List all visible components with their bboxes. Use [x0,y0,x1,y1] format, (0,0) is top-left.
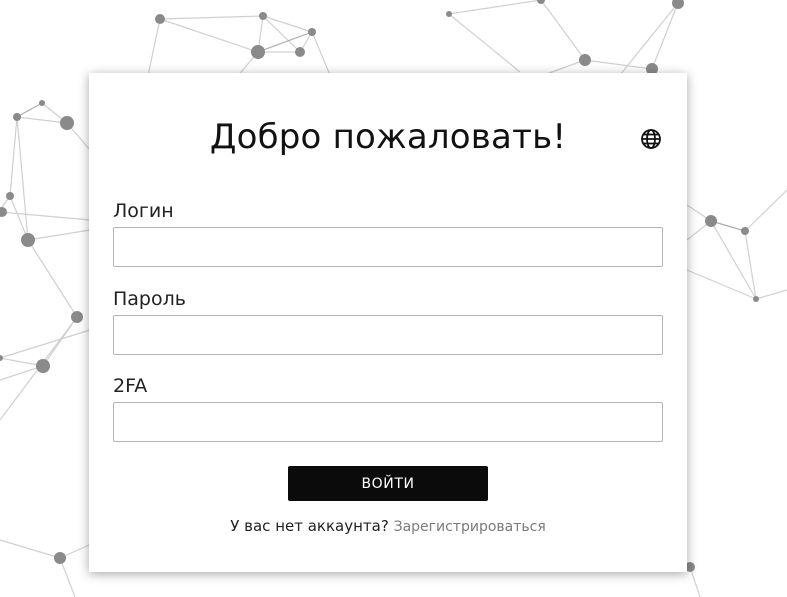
twofa-label: 2FA [113,375,148,397]
signup-prompt: У вас нет аккаунта? Зарегистрироваться [89,517,687,535]
login-label: Логин [113,200,174,222]
globe-icon [641,129,661,149]
login-button[interactable]: ВОЙТИ [288,466,488,501]
language-button[interactable] [640,128,662,150]
password-input[interactable] [113,315,663,355]
twofa-input[interactable] [113,402,663,442]
password-label: Пароль [113,288,186,310]
login-input[interactable] [113,227,663,267]
register-link[interactable]: Зарегистрироваться [394,519,546,535]
no-account-text: У вас нет аккаунта? [230,517,389,535]
login-card: Добро пожаловать! Логин Пароль 2FA ВОЙТИ… [89,73,687,572]
page-title: Добро пожаловать! [209,117,567,157]
